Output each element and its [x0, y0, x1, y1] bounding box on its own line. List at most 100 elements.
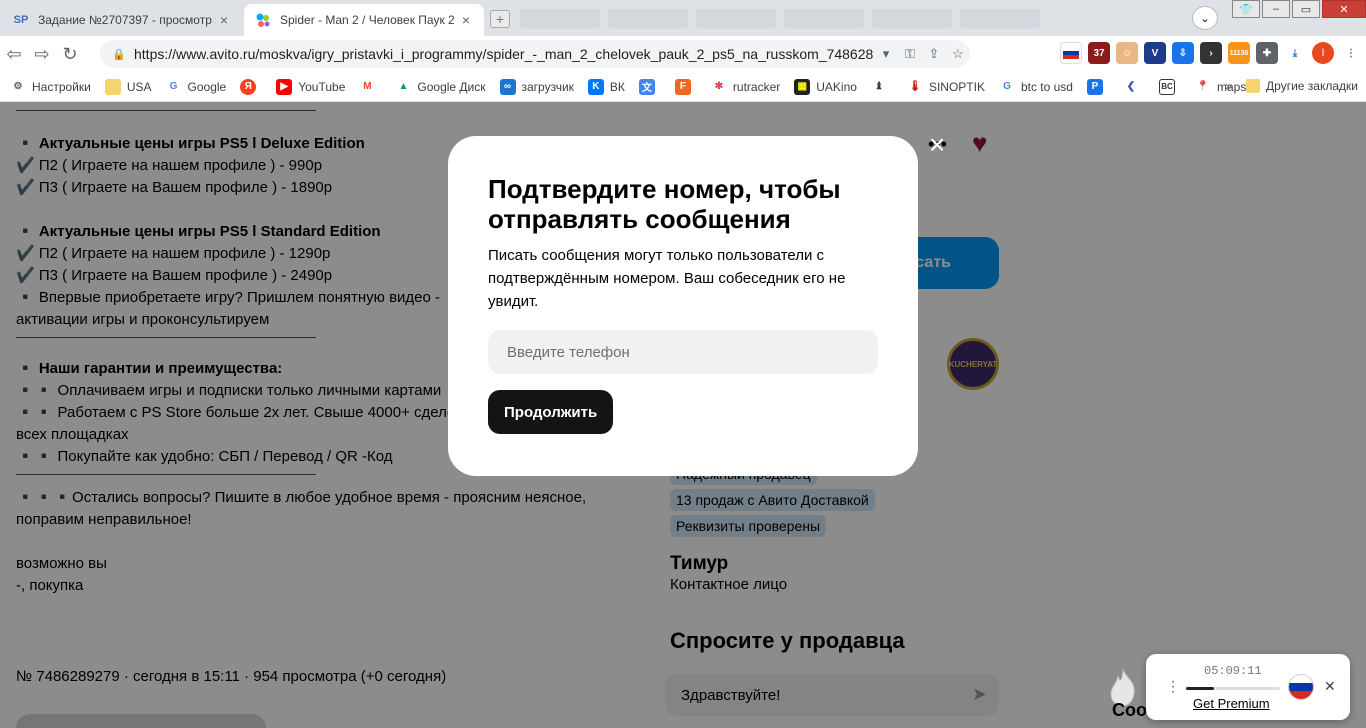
bookmark-google[interactable]: G Google — [166, 79, 227, 95]
footer-text: Coo — [1112, 700, 1147, 720]
download-icon[interactable]: ⤓ — [1284, 42, 1306, 64]
tab-spider-man[interactable]: Spider - Man 2 / Человек Паук 2 F × — [244, 4, 484, 36]
russia-flag-icon[interactable] — [1288, 674, 1314, 700]
bc-icon: BC — [1158, 78, 1175, 95]
menu-icon[interactable]: ⋮ — [1166, 678, 1180, 695]
tab-search-button[interactable]: ⌄ — [1192, 6, 1218, 30]
bitcoin-icon[interactable]: 11136 — [1228, 42, 1250, 64]
bookmark-uakino[interactable]: ▦ UAKino — [794, 78, 857, 95]
yandex-icon: Я — [240, 78, 257, 95]
window-controls: 👕 – ▭ ✕ — [1230, 0, 1366, 22]
flag-stripe — [1289, 682, 1313, 691]
close-icon[interactable]: × — [216, 12, 232, 28]
chevron-icon: ❮ — [1126, 81, 1136, 92]
bookmark-downloader[interactable]: ∞ загрузчик — [499, 78, 574, 95]
other-bookmarks[interactable]: Другие закладки — [1266, 79, 1358, 93]
maps-icon: 📍 — [1196, 81, 1210, 92]
vpn-widget: ⋮ 05:09:11 Get Premium ✕ — [1146, 654, 1350, 720]
modal-text: Писать сообщения могут только пользовате… — [488, 247, 846, 310]
shirt-icon[interactable]: 👕 — [1232, 0, 1260, 18]
share-icon[interactable]: ⇪ — [922, 46, 946, 62]
back-button[interactable]: ⇦ — [0, 44, 28, 65]
bookmarks-bar: ⚙ Настройки USA G Google Я ▶ YouTube M ▲ Goo… — [0, 72, 1366, 102]
background-tab[interactable] — [784, 9, 864, 29]
bookmark-translate[interactable]: 文 — [638, 78, 661, 95]
p-icon: P — [1086, 78, 1103, 95]
background-tabs — [520, 6, 1100, 32]
bookmark-gmail[interactable]: M — [359, 79, 381, 95]
download-ext-icon[interactable]: ⇩ — [1172, 42, 1194, 64]
f-icon: F — [674, 78, 691, 95]
continue-button[interactable]: Продолжить — [488, 390, 614, 434]
chess-icon: ♝ — [874, 81, 884, 92]
google-icon: G — [169, 81, 178, 92]
session-progress — [1186, 687, 1280, 690]
bookmarks-overflow: » Другие закладки — [1225, 79, 1358, 93]
forward-button[interactable]: ⇨ — [28, 44, 56, 65]
bookmark-chess[interactable]: ♝ — [871, 79, 893, 95]
bookmark-p[interactable]: P — [1086, 78, 1109, 95]
address-bar[interactable]: 🔒 https://www.avito.ru/moskva/igry_prist… — [100, 40, 970, 68]
puzzle-icon[interactable]: ✚ — [1256, 42, 1278, 64]
progress-fill — [1186, 687, 1215, 690]
ru-flag-icon[interactable] — [1060, 42, 1082, 64]
background-tab[interactable] — [520, 9, 600, 29]
background-tab[interactable] — [608, 9, 688, 29]
bookmark-settings[interactable]: ⚙ Настройки — [10, 79, 91, 95]
menu-icon[interactable]: ⋮ — [1340, 42, 1362, 64]
maximize-button[interactable]: ▭ — [1292, 0, 1320, 18]
translate-icon: 文 — [638, 78, 655, 95]
profile-avatar[interactable]: I — [1312, 42, 1334, 64]
thermometer-icon: 🌡 — [908, 81, 922, 92]
bookmark-yandex[interactable]: Я — [240, 78, 262, 95]
bookmark-f[interactable]: F — [674, 78, 697, 95]
bookmark-youtube[interactable]: ▶ YouTube — [276, 78, 345, 95]
window-close-button[interactable]: ✕ — [1322, 0, 1366, 18]
google-icon: G — [1003, 81, 1011, 92]
phone-input[interactable] — [488, 330, 878, 374]
bookmark-chevron[interactable]: ❮ — [1123, 79, 1145, 95]
toolbar: ⇦ ⇨ ↻ 🔒 https://www.avito.ru/moskva/igry… — [0, 36, 1366, 72]
key-icon[interactable]: ⚿ — [898, 46, 922, 62]
background-tab[interactable] — [872, 9, 952, 29]
tab-task[interactable]: SP Задание №2707397 - просмотр з × — [2, 4, 242, 36]
folder-icon — [104, 78, 121, 95]
bookmark-btc[interactable]: Gbtc to usd — [999, 79, 1073, 95]
bookmark-usa[interactable]: USA — [104, 78, 152, 95]
flag-stripe — [1289, 690, 1313, 699]
drive-icon: ▲ — [398, 81, 409, 92]
new-tab-button[interactable]: + — [490, 10, 510, 28]
gmail-icon: M — [363, 81, 372, 92]
flag-stripe — [1289, 675, 1313, 683]
reload-button[interactable]: ↻ — [56, 44, 84, 65]
gear-icon: ⚙ — [13, 81, 23, 92]
bookmark-bc[interactable]: BC — [1158, 78, 1181, 95]
v-icon[interactable]: V — [1144, 42, 1166, 64]
vk-icon: K — [587, 78, 604, 95]
background-tab[interactable] — [696, 9, 776, 29]
close-icon[interactable]: ✕ — [1324, 678, 1336, 695]
bookmark-vk[interactable]: K ВК — [587, 78, 625, 95]
face-icon[interactable]: ☺ — [1116, 42, 1138, 64]
bookmark-sinoptik[interactable]: 🌡 SINOPTIK — [907, 79, 985, 95]
bookmark-rutracker[interactable]: ✻ rutracker — [711, 79, 781, 95]
get-premium-link[interactable]: Get Premium — [1193, 696, 1270, 711]
more-bookmarks-button[interactable]: » — [1225, 79, 1232, 93]
url-text: https://www.avito.ru/moskva/igry_pristav… — [134, 46, 874, 62]
extension-badge-icon[interactable]: 37 — [1088, 42, 1110, 64]
star-icon[interactable]: ☆ — [946, 46, 970, 62]
close-icon[interactable]: × — [924, 131, 950, 159]
phone-confirm-modal: Подтвердите номер, чтобы отправлять сооб… — [448, 136, 918, 476]
spider-favicon-icon — [254, 12, 272, 28]
lock-icon: 🔒 — [112, 48, 126, 61]
dropdown-icon[interactable]: ▾ — [874, 46, 898, 62]
background-tab[interactable] — [960, 9, 1040, 29]
terminal-icon[interactable]: › — [1200, 42, 1222, 64]
bookmark-drive[interactable]: ▲ Google Диск — [395, 79, 485, 95]
tab-title: Spider - Man 2 / Человек Паук 2 F — [280, 13, 458, 27]
tab-title: Задание №2707397 - просмотр з — [38, 13, 216, 27]
uakino-icon: ▦ — [794, 78, 811, 95]
close-icon[interactable]: × — [458, 12, 474, 28]
minimize-button[interactable]: – — [1262, 0, 1290, 18]
extensions: 37 ☺ V ⇩ › 11136 ✚ ⤓ I ⋮ — [1060, 42, 1362, 64]
